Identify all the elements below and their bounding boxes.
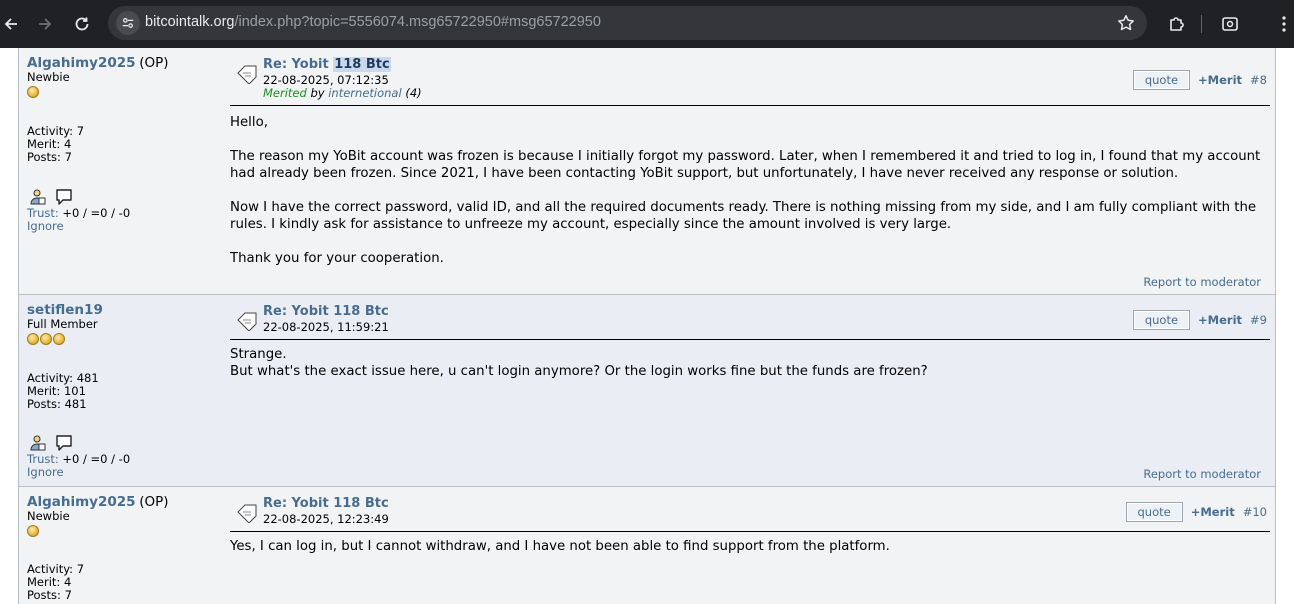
- post-date: 22-08-2025, 12:23:49: [263, 512, 389, 526]
- site-info-icon[interactable]: [116, 11, 140, 35]
- rank-coin-icon: [27, 86, 39, 98]
- merit-button[interactable]: +Merit: [1191, 505, 1235, 519]
- trust-score: +0 / =0 / -0: [62, 206, 131, 220]
- personal-message-icon[interactable]: [55, 434, 73, 452]
- post-10: Algahimy2025 (OP) Newbie Activity: 7 Mer…: [19, 487, 1275, 604]
- rank-coin-icon: [27, 333, 39, 345]
- post-number[interactable]: #8: [1250, 73, 1267, 87]
- author-rank: Full Member: [27, 317, 98, 331]
- merited-count: (4): [401, 86, 422, 100]
- url-path: /index.php?topic=5556074.msg65722950#msg…: [234, 14, 601, 30]
- op-tag: (OP): [139, 494, 169, 510]
- subject-highlight: 118 Btc: [333, 57, 391, 72]
- post-paragraph: Now I have the correct password, valid I…: [230, 200, 1257, 232]
- topic-icon: [237, 65, 257, 84]
- author-name[interactable]: Algahimy2025: [27, 55, 136, 71]
- post-paragraph: But what's the exact issue here, u can't…: [230, 364, 928, 379]
- post-body: Yes, I can log in, but I cannot withdraw…: [230, 538, 1265, 555]
- post-actions: quote +Merit #8: [1132, 70, 1267, 90]
- quote-button[interactable]: quote: [1132, 310, 1191, 330]
- topic-icon: [237, 312, 257, 331]
- thread-posts: Algahimy2025 (OP) Newbie Activity: 7 Mer…: [18, 48, 1276, 604]
- report-to-moderator-link[interactable]: Report to moderator: [1143, 467, 1261, 481]
- ignore-link[interactable]: Ignore: [27, 465, 64, 479]
- ignore-link[interactable]: Ignore: [27, 219, 64, 233]
- quote-button[interactable]: quote: [1132, 70, 1191, 90]
- post-subject[interactable]: Re: Yobit 118 Btc: [263, 57, 391, 72]
- merit-button[interactable]: +Merit: [1198, 313, 1242, 327]
- screen-capture-icon[interactable]: [1220, 14, 1240, 34]
- poster-stats: Activity: 481 Merit: 101 Posts: 481: [27, 372, 99, 411]
- forward-icon[interactable]: [34, 13, 56, 35]
- merited-user[interactable]: internetional: [328, 86, 401, 100]
- extensions-icon[interactable]: [1167, 14, 1187, 34]
- post-header: Re: Yobit 118 Btc 22-08-2025, 12:23:49 q…: [230, 495, 1270, 532]
- poster-info: Algahimy2025 (OP) Newbie: [27, 494, 227, 537]
- post-actions: quote +Merit #10: [1125, 502, 1267, 522]
- poster-stats: Activity: 7 Merit: 4 Posts: 7: [27, 563, 84, 602]
- toolbar-divider: [1201, 15, 1202, 33]
- rank-stars: [27, 333, 227, 345]
- poster-info: Algahimy2025 (OP) Newbie: [27, 55, 227, 98]
- author-name[interactable]: setiflen19: [27, 302, 103, 318]
- post-count: Posts: 481: [27, 397, 87, 411]
- post-number[interactable]: #9: [1250, 313, 1267, 327]
- post-paragraph: Thank you for your cooperation.: [230, 251, 444, 266]
- post-paragraph: Hello,: [230, 115, 268, 130]
- post-body: Hello, The reason my YoBit account was f…: [230, 114, 1265, 267]
- url-text[interactable]: bitcointalk.org/index.php?topic=5556074.…: [145, 14, 601, 30]
- rank-coin-icon: [27, 525, 39, 537]
- quote-button[interactable]: quote: [1125, 502, 1183, 522]
- post-header: Re: Yobit 118 Btc 22-08-2025, 11:59:21 q…: [230, 303, 1270, 340]
- bookmark-star-icon[interactable]: [1117, 14, 1135, 32]
- browser-toolbar: bitcointalk.org/index.php?topic=5556074.…: [0, 0, 1294, 48]
- merited-line: Merited by internetional (4): [263, 86, 422, 100]
- post-header: Re: Yobit 118 Btc 22-08-2025, 07:12:35 M…: [230, 56, 1270, 106]
- post-paragraph: Strange.: [230, 347, 287, 362]
- poster-stats: Activity: 7 Merit: 4 Posts: 7: [27, 125, 84, 164]
- post-8: Algahimy2025 (OP) Newbie Activity: 7 Mer…: [19, 48, 1275, 295]
- rank-stars: [27, 86, 227, 98]
- post-count: Posts: 7: [27, 588, 72, 602]
- author-rank: Newbie: [27, 70, 70, 84]
- author-name[interactable]: Algahimy2025: [27, 494, 136, 510]
- poster-info: setiflen19 Full Member: [27, 302, 227, 345]
- address-bar[interactable]: bitcointalk.org/index.php?topic=5556074.…: [108, 6, 1147, 40]
- rank-coin-icon: [40, 333, 52, 345]
- merited-label: Merited: [263, 86, 307, 100]
- merit-button[interactable]: +Merit: [1198, 73, 1242, 87]
- post-subject[interactable]: Re: Yobit 118 Btc: [263, 496, 389, 511]
- poster-icons: [29, 188, 73, 206]
- author-rank: Newbie: [27, 509, 70, 523]
- post-count: Posts: 7: [27, 150, 72, 164]
- back-icon[interactable]: [0, 13, 22, 35]
- post-paragraph: The reason my YoBit account was frozen i…: [230, 149, 1261, 181]
- trust-score: +0 / =0 / -0: [62, 452, 131, 466]
- profile-icon[interactable]: [29, 434, 47, 452]
- trust-label[interactable]: Trust:: [27, 452, 59, 466]
- profile-icon[interactable]: [29, 188, 47, 206]
- rank-stars: [27, 525, 227, 537]
- report-to-moderator-link[interactable]: Report to moderator: [1143, 275, 1261, 289]
- url-host: bitcointalk.org: [145, 14, 235, 30]
- merited-by: by: [306, 86, 329, 100]
- topic-icon: [237, 504, 257, 523]
- personal-message-icon[interactable]: [55, 188, 73, 206]
- post-9: setiflen19 Full Member Activity: 481 Mer…: [19, 295, 1275, 487]
- post-number[interactable]: #10: [1243, 505, 1267, 519]
- op-tag: (OP): [139, 55, 169, 71]
- reload-icon[interactable]: [71, 13, 93, 35]
- post-actions: quote +Merit #9: [1132, 310, 1267, 330]
- trust-label[interactable]: Trust:: [27, 206, 59, 220]
- rank-coin-icon: [53, 333, 65, 345]
- poster-icons: [29, 434, 73, 452]
- post-date: 22-08-2025, 11:59:21: [263, 320, 389, 334]
- subject-prefix: Re: Yobit: [263, 57, 334, 72]
- post-paragraph: Yes, I can log in, but I cannot withdraw…: [230, 539, 890, 554]
- post-body: Strange. But what's the exact issue here…: [230, 346, 1265, 380]
- post-subject[interactable]: Re: Yobit 118 Btc: [263, 304, 389, 319]
- menu-kebab-icon[interactable]: [1274, 14, 1294, 34]
- post-date: 22-08-2025, 07:12:35: [263, 73, 389, 87]
